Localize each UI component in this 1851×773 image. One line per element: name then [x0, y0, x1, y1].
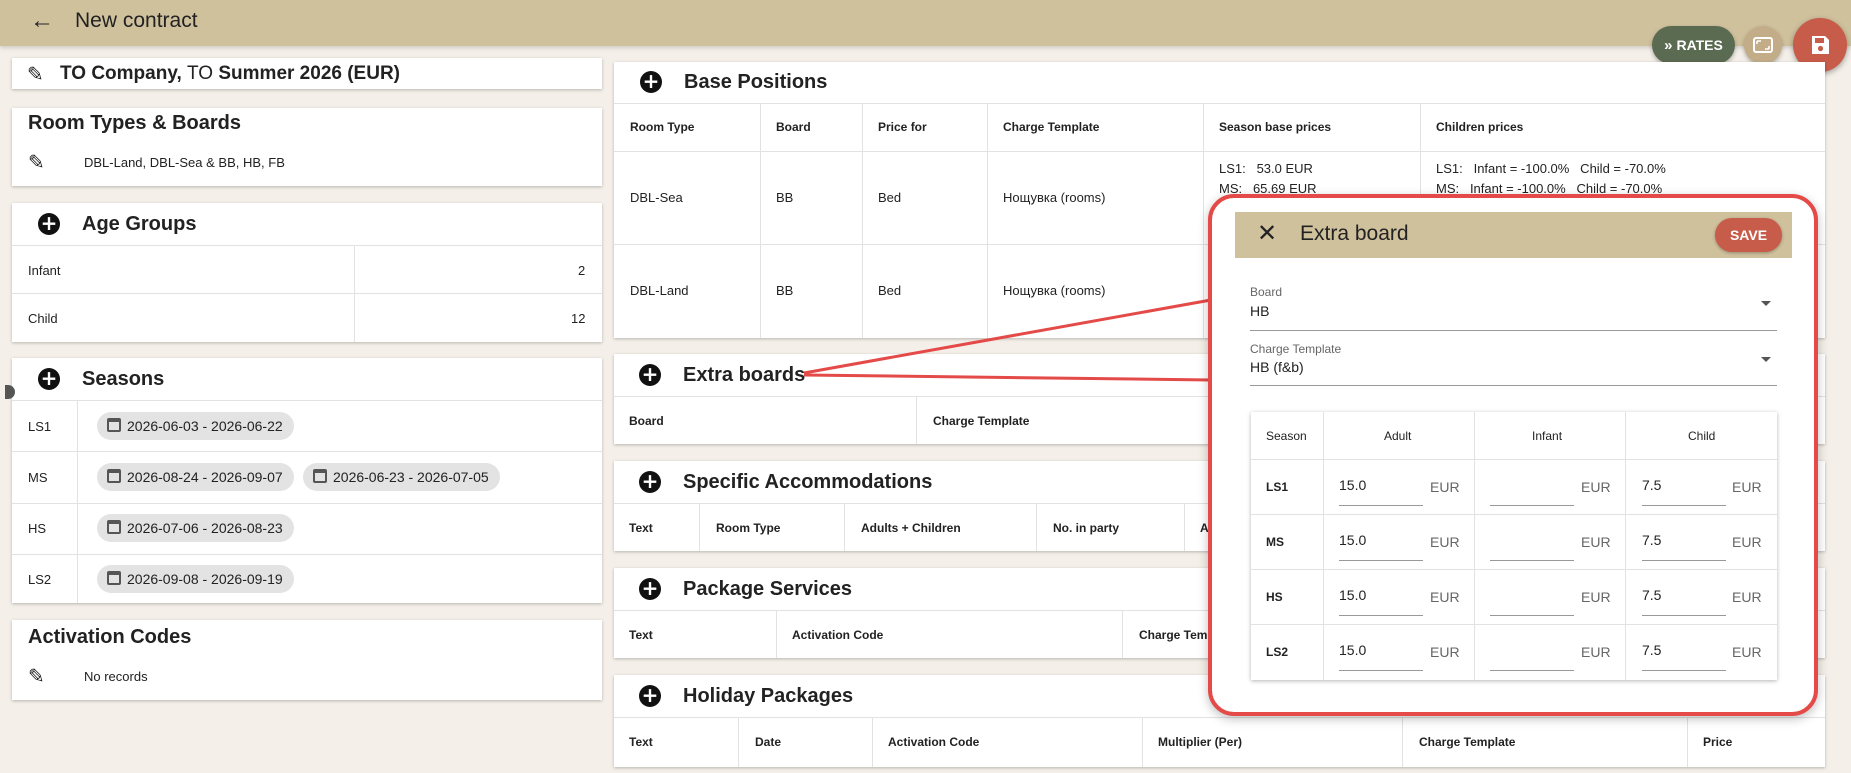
currency-suffix: EUR — [1732, 589, 1762, 605]
adult-price-input[interactable]: 15.0 — [1339, 642, 1366, 658]
currency-suffix: EUR — [1732, 479, 1762, 495]
adult-price-input[interactable]: 15.0 — [1339, 477, 1366, 493]
child-price-input[interactable]: 7.5 — [1642, 587, 1661, 603]
adult-price-input[interactable]: 15.0 — [1339, 587, 1366, 603]
season-label: LS1 — [1266, 480, 1289, 494]
currency-suffix: EUR — [1581, 644, 1611, 660]
dialog-save-button[interactable]: SAVE — [1715, 218, 1782, 252]
currency-suffix: EUR — [1732, 534, 1762, 550]
dialog-title: Extra board — [1300, 222, 1409, 245]
board-select[interactable] — [1250, 280, 1777, 332]
season-price-table — [1251, 412, 1777, 680]
season-label: MS — [1266, 535, 1284, 549]
dropdown-arrow-icon[interactable] — [1761, 357, 1771, 362]
board-label: Board — [1250, 285, 1283, 299]
currency-suffix: EUR — [1581, 479, 1611, 495]
adult-price-input[interactable]: 15.0 — [1339, 532, 1366, 548]
dropdown-arrow-icon[interactable] — [1761, 301, 1771, 306]
child-price-input[interactable]: 7.5 — [1642, 532, 1661, 548]
column-header: Season — [1266, 429, 1307, 443]
currency-suffix: EUR — [1430, 479, 1460, 495]
currency-suffix: EUR — [1430, 644, 1460, 660]
currency-suffix: EUR — [1581, 589, 1611, 605]
child-price-input[interactable]: 7.5 — [1642, 477, 1661, 493]
currency-suffix: EUR — [1732, 644, 1762, 660]
close-icon[interactable]: ✕ — [1257, 220, 1277, 246]
season-label: LS2 — [1266, 645, 1289, 659]
charge-template-label: Charge Template — [1250, 342, 1342, 356]
column-header: Child — [1688, 429, 1716, 443]
column-header: Infant — [1532, 429, 1563, 443]
board-value: HB — [1250, 303, 1270, 319]
charge-template-value: HB (f&b) — [1250, 359, 1304, 375]
season-label: HS — [1266, 590, 1283, 604]
currency-suffix: EUR — [1430, 534, 1460, 550]
currency-suffix: EUR — [1430, 589, 1460, 605]
currency-suffix: EUR — [1581, 534, 1611, 550]
child-price-input[interactable]: 7.5 — [1642, 642, 1661, 658]
column-header: Adult — [1384, 429, 1412, 443]
